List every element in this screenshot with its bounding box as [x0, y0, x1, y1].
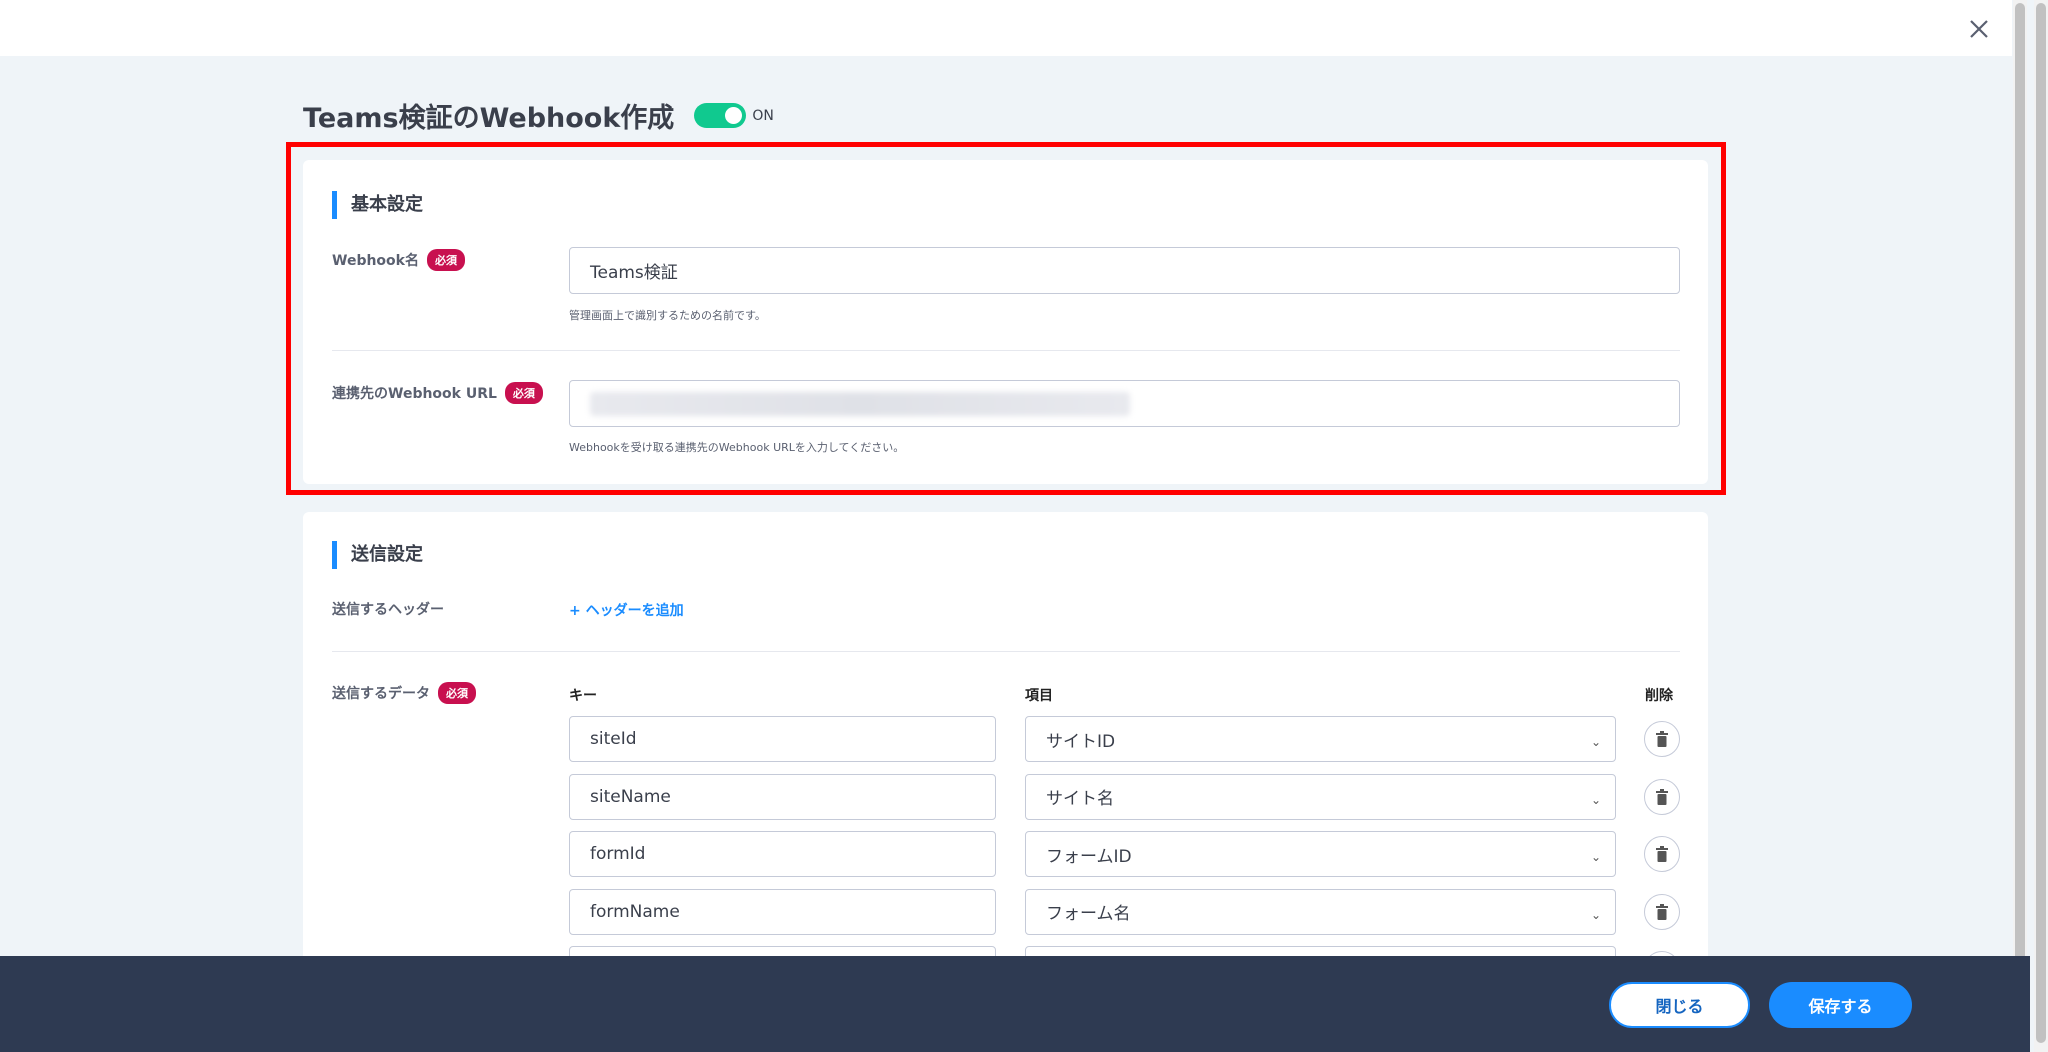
- scrollbar[interactable]: [2013, 0, 2027, 1052]
- column-delete: 削除: [1645, 688, 1673, 704]
- divider: [332, 651, 1680, 652]
- data-key-input[interactable]: formName: [569, 888, 996, 935]
- enable-toggle[interactable]: [694, 103, 747, 128]
- chevron-down-icon: ⌄: [1590, 792, 1601, 807]
- data-item-select[interactable]: フォームID ⌄: [1025, 831, 1616, 877]
- send-settings-card: 送信設定 送信するヘッダー + ヘッダーを追加 送信するデータ 必須 キー 項目 …: [303, 512, 1708, 992]
- data-item-select[interactable]: フォーム名 ⌄: [1025, 888, 1616, 935]
- chevron-down-icon: ⌄: [1590, 850, 1601, 864]
- data-key-input[interactable]: siteName: [569, 773, 996, 820]
- scrollbar-outer[interactable]: [2034, 0, 2048, 1052]
- trash-icon: [1656, 788, 1668, 805]
- data-item-select[interactable]: サイト名 ⌄: [1025, 773, 1616, 820]
- delete-row-button[interactable]: [1644, 778, 1680, 815]
- trash-icon: [1656, 903, 1668, 920]
- page-title: Teams検証のWebhook作成: [303, 103, 675, 134]
- save-button[interactable]: 保存する: [1769, 982, 1912, 1028]
- top-bar: [0, 0, 2012, 56]
- send-data-label: 送信するデータ 必須: [332, 682, 476, 704]
- chevron-down-icon: ⌄: [1590, 907, 1601, 922]
- trash-icon: [1656, 731, 1668, 747]
- delete-row-button[interactable]: [1644, 721, 1680, 757]
- footer-bar: 閉じる 保存する: [0, 956, 2030, 1052]
- delete-row-button[interactable]: [1644, 893, 1680, 930]
- column-key: キー: [569, 688, 597, 704]
- add-header-link[interactable]: + ヘッダーを追加: [569, 600, 684, 620]
- toggle-label: ON: [752, 107, 774, 124]
- send-header-label: 送信するヘッダー: [332, 602, 444, 618]
- data-item-select[interactable]: サイトID ⌄: [1025, 716, 1616, 762]
- delete-row-button[interactable]: [1644, 836, 1680, 872]
- data-key-input[interactable]: formId: [569, 831, 996, 877]
- section-heading-send: 送信設定: [332, 541, 423, 569]
- close-icon[interactable]: [1966, 16, 1992, 42]
- chevron-down-icon: ⌄: [1590, 735, 1601, 749]
- trash-icon: [1656, 846, 1668, 862]
- column-item: 項目: [1025, 688, 1053, 704]
- data-key-input[interactable]: siteId: [569, 716, 996, 762]
- close-button[interactable]: 閉じる: [1609, 982, 1750, 1028]
- required-badge: 必須: [438, 682, 476, 704]
- highlight-box: [286, 142, 1726, 495]
